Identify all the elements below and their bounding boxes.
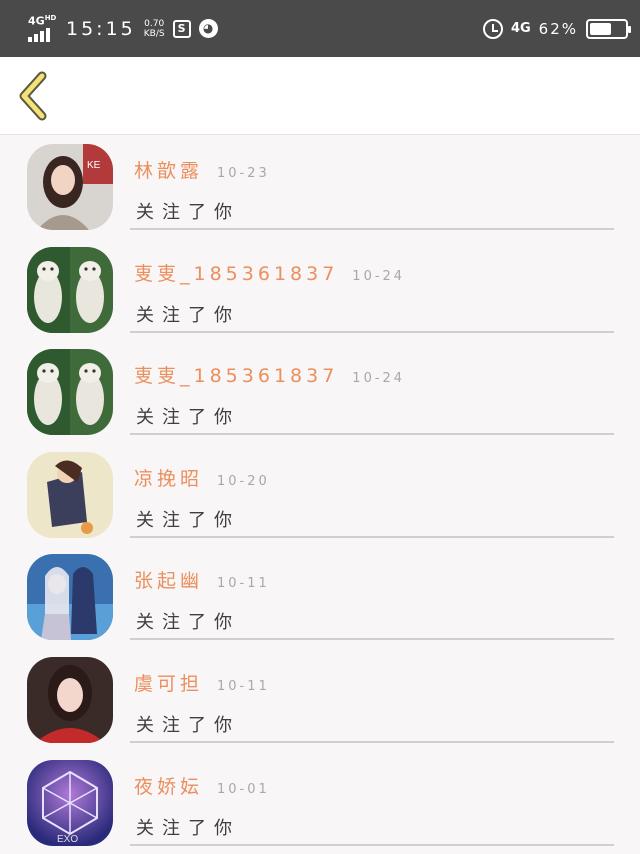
- back-button[interactable]: [14, 71, 54, 121]
- action-text: 关注了你: [136, 714, 240, 736]
- notification-item[interactable]: 叓叓_185361837 10-24 关注了你: [0, 239, 640, 342]
- header: [0, 57, 640, 135]
- notification-text: 凉挽昭 10-20 关注了你: [130, 444, 614, 538]
- action-text: 关注了你: [136, 407, 240, 429]
- app-notification-icon: S: [172, 19, 191, 38]
- notification-list: KE 林歆露 10-23 关注了你 叓叓_185361837 10-24 关注了你 叓叓…: [0, 136, 640, 854]
- notification-text: 张起幽 10-11 关注了你: [130, 546, 614, 641]
- date: 10-11: [217, 678, 270, 694]
- signal-icon: 4GHD: [28, 14, 58, 42]
- notification-item[interactable]: 虞可担 10-11 关注了你: [0, 649, 640, 752]
- username[interactable]: 虞可担 10-11: [134, 669, 270, 696]
- date: 10-01: [217, 781, 270, 797]
- date: 10-20: [217, 473, 270, 489]
- date: 10-11: [217, 576, 270, 592]
- avatar[interactable]: [27, 451, 113, 538]
- battery-percent: 62%: [538, 19, 578, 38]
- avatar[interactable]: KE: [27, 144, 113, 230]
- date: 10-23: [217, 166, 270, 181]
- action-text: 关注了你: [136, 509, 240, 531]
- notification-text: 虞可担 10-11 关注了你: [130, 649, 614, 743]
- notification-text: 叓叓_185361837 10-24 关注了你: [130, 239, 614, 333]
- username[interactable]: 夜娇妘 10-01: [134, 772, 270, 799]
- action-text: 关注了你: [136, 612, 240, 634]
- username[interactable]: 叓叓_185361837 10-24: [134, 361, 405, 388]
- notification-item[interactable]: 凉挽昭 10-20 关注了你: [0, 444, 640, 547]
- date: 10-24: [352, 268, 406, 284]
- username[interactable]: 叓叓_185361837 10-24: [134, 259, 405, 286]
- avatar[interactable]: [27, 246, 113, 333]
- status-time: 15:15: [66, 17, 136, 40]
- notification-text: 林歆露 10-23 关注了你: [130, 136, 614, 230]
- action-text: 关注了你: [136, 304, 240, 326]
- back-arrow-icon: [19, 71, 47, 121]
- svg-text:EXO: EXO: [57, 834, 78, 845]
- globe-icon: ◕: [198, 19, 218, 38]
- avatar[interactable]: [27, 554, 113, 641]
- notification-item[interactable]: 张起幽 10-11 关注了你: [0, 546, 640, 649]
- avatar[interactable]: [27, 349, 113, 436]
- action-text: 关注了你: [136, 817, 240, 839]
- notification-text: 叓叓_185361837 10-24 关注了你: [130, 341, 614, 436]
- network-speed: 0.70 KB/S: [143, 18, 165, 39]
- battery-icon: [586, 18, 631, 39]
- mobile-data-icon: 4G: [510, 21, 531, 36]
- notification-item[interactable]: EXO 夜娇妘 10-01 关注了你: [0, 752, 640, 854]
- action-text: 关注了你: [136, 202, 240, 223]
- avatar[interactable]: [27, 656, 113, 743]
- svg-text:KE: KE: [87, 160, 101, 171]
- username[interactable]: 张起幽 10-11: [134, 566, 270, 593]
- avatar[interactable]: EXO: [27, 759, 113, 846]
- notification-item[interactable]: KE 林歆露 10-23 关注了你: [0, 136, 640, 239]
- notification-text: 夜娇妘 10-01 关注了你: [130, 752, 614, 846]
- date: 10-24: [352, 371, 406, 387]
- status-bar: 4GHD 15:15 0.70 KB/S S ◕ 4G 62%: [0, 0, 640, 57]
- alarm-icon: [482, 18, 503, 39]
- username[interactable]: 凉挽昭 10-20: [134, 464, 270, 491]
- notification-item[interactable]: 叓叓_185361837 10-24 关注了你: [0, 341, 640, 444]
- username[interactable]: 林歆露 10-23: [134, 156, 270, 183]
